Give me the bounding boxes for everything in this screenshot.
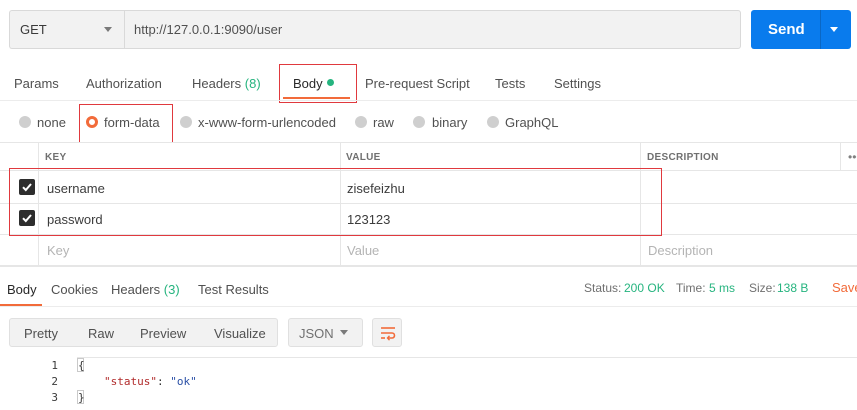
tab-headers[interactable]: Headers (8) bbox=[192, 76, 261, 91]
radio-none[interactable] bbox=[19, 116, 31, 128]
radio-graphql-label: GraphQL bbox=[505, 115, 559, 130]
code-open-brace: { bbox=[78, 359, 85, 372]
time-value[interactable]: 5 ms bbox=[709, 281, 735, 295]
radio-graphql[interactable] bbox=[487, 116, 499, 128]
resp-tabs-divider bbox=[0, 306, 857, 307]
chevron-down-icon bbox=[340, 330, 348, 335]
view-raw-button[interactable]: Raw bbox=[88, 326, 114, 341]
radio-raw-label: raw bbox=[373, 115, 394, 130]
new-key-input[interactable]: Key bbox=[47, 243, 69, 258]
tabs-divider bbox=[0, 100, 857, 101]
code-close-brace: } bbox=[78, 391, 85, 404]
json-key: "status" bbox=[104, 375, 157, 388]
resp-tab-headers-label: Headers bbox=[111, 282, 161, 297]
highlight-box-form-data bbox=[79, 104, 173, 143]
status-value[interactable]: 200 OK bbox=[624, 281, 665, 295]
method-label: GET bbox=[20, 22, 47, 37]
line-number: 3 bbox=[51, 391, 58, 404]
tab-tests[interactable]: Tests bbox=[495, 76, 525, 91]
view-visualize-button[interactable]: Visualize bbox=[214, 326, 266, 341]
status-label: Status: bbox=[584, 281, 622, 295]
col-header-description: DESCRIPTION bbox=[647, 152, 719, 163]
resp-tab-headers[interactable]: Headers (3) bbox=[111, 282, 180, 297]
col-header-key: KEY bbox=[45, 152, 67, 163]
resp-tab-cookies[interactable]: Cookies bbox=[51, 282, 98, 297]
radio-raw[interactable] bbox=[355, 116, 367, 128]
send-divider bbox=[820, 10, 821, 49]
table-col-divider bbox=[840, 142, 841, 170]
time-label: Time: bbox=[676, 281, 706, 295]
wrap-lines-button[interactable] bbox=[372, 318, 402, 347]
size-label: Size: bbox=[749, 281, 776, 295]
send-options-chevron-icon[interactable] bbox=[830, 27, 838, 32]
radio-none-label: none bbox=[37, 115, 66, 130]
code-viewer-border bbox=[77, 357, 857, 358]
table-top-border bbox=[0, 142, 857, 143]
tab-params[interactable]: Params bbox=[14, 76, 59, 91]
radio-binary-label: binary bbox=[432, 115, 468, 130]
tab-pre-request-script[interactable]: Pre-request Script bbox=[365, 76, 470, 91]
tab-authorization[interactable]: Authorization bbox=[86, 76, 162, 91]
highlight-box-body-tab bbox=[279, 64, 357, 103]
chevron-down-icon bbox=[104, 27, 112, 32]
radio-urlencoded-label: x-www-form-urlencoded bbox=[198, 115, 336, 130]
send-button-label: Send bbox=[768, 21, 805, 38]
resp-tab-body[interactable]: Body bbox=[7, 282, 37, 297]
code-line-status[interactable]: "status": "ok" bbox=[104, 375, 197, 388]
save-response-button[interactable]: Save bbox=[832, 280, 857, 295]
tab-headers-count: (8) bbox=[244, 76, 261, 91]
view-pretty-button[interactable]: Pretty bbox=[24, 326, 58, 341]
tab-settings[interactable]: Settings bbox=[554, 76, 601, 91]
new-description-input[interactable]: Description bbox=[648, 243, 713, 258]
wrap-lines-icon bbox=[381, 327, 396, 341]
view-preview-button[interactable]: Preview bbox=[140, 326, 186, 341]
new-value-input[interactable]: Value bbox=[347, 243, 379, 258]
more-options-icon[interactable]: ••• bbox=[848, 150, 857, 164]
resp-tab-test-results[interactable]: Test Results bbox=[198, 282, 269, 297]
resp-tab-headers-count: (3) bbox=[163, 282, 180, 297]
col-header-value: VALUE bbox=[346, 152, 381, 163]
line-number: 1 bbox=[51, 359, 58, 372]
line-number: 2 bbox=[51, 375, 58, 388]
format-select-label: JSON bbox=[299, 326, 334, 341]
response-divider bbox=[0, 266, 857, 267]
tab-headers-label: Headers bbox=[192, 76, 242, 91]
radio-binary[interactable] bbox=[413, 116, 425, 128]
highlight-box-params bbox=[9, 168, 662, 236]
url-value: http://127.0.0.1:9090/user bbox=[134, 22, 283, 37]
json-value: "ok" bbox=[170, 375, 197, 388]
json-colon: : bbox=[156, 375, 171, 388]
size-value[interactable]: 138 B bbox=[777, 281, 808, 295]
radio-urlencoded[interactable] bbox=[180, 116, 192, 128]
